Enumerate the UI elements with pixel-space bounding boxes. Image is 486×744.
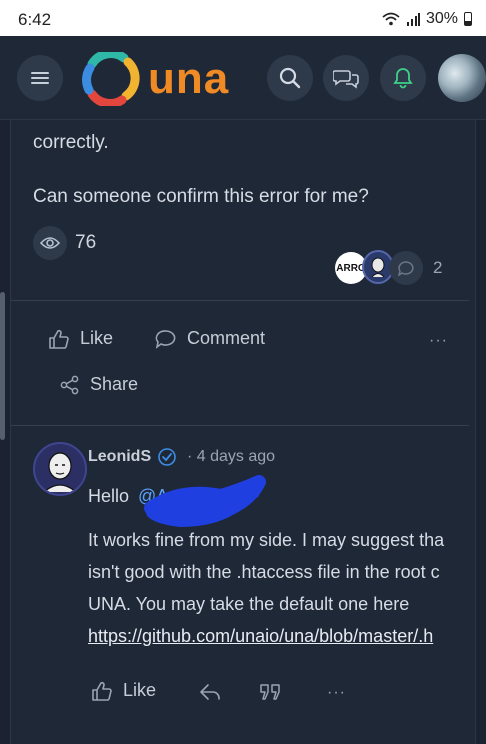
comment-label: Comment <box>187 328 266 348</box>
comment-icon <box>155 329 176 349</box>
comment-text-line: It works fine from my side. I may sugges… <box>88 530 445 550</box>
divider <box>11 300 469 301</box>
top-bar: una <box>0 36 486 120</box>
menu-button[interactable] <box>17 55 63 101</box>
status-icons: 30% <box>382 10 472 28</box>
comment-author-name[interactable]: LeonidS <box>88 448 151 466</box>
views-icon-bg <box>33 226 67 260</box>
reaction-count: 2 <box>433 258 443 277</box>
bell-icon <box>393 68 413 89</box>
views-count: 76 <box>75 232 97 253</box>
like-button[interactable]: Like <box>48 328 113 349</box>
face-avatar-icon <box>371 257 385 278</box>
post-text-line: correctly. <box>33 132 109 153</box>
messages-button[interactable] <box>323 55 369 101</box>
post-card: correctly. Can someone confirm this erro… <box>10 120 476 744</box>
comment-bubble-icon <box>397 261 414 276</box>
scrollbar[interactable] <box>0 292 5 440</box>
status-time: 6:42 <box>18 10 52 29</box>
views-counter[interactable]: 76 <box>33 226 96 260</box>
thumbs-up-icon <box>49 329 69 349</box>
comment-like-label: Like <box>123 680 157 700</box>
comment-like-button[interactable]: Like <box>91 680 156 701</box>
like-label: Like <box>80 328 114 348</box>
battery-icon <box>464 12 472 26</box>
thumbs-up-icon <box>92 681 112 701</box>
hamburger-icon <box>31 69 49 87</box>
share-label: Share <box>90 374 139 394</box>
share-icon <box>60 375 79 394</box>
search-icon <box>279 67 301 89</box>
reply-icon[interactable] <box>198 682 222 702</box>
face-avatar-icon <box>43 452 77 492</box>
comment-more-button[interactable]: ··· <box>327 684 346 702</box>
comment-greeting: Hello <box>88 486 130 506</box>
logo-mark-icon <box>82 52 140 106</box>
quote-icon[interactable] <box>259 682 283 702</box>
comment-button[interactable]: Comment <box>155 328 265 349</box>
chat-bubbles-icon <box>333 70 359 89</box>
redaction-scribble <box>144 475 266 527</box>
comment-author-avatar[interactable] <box>33 442 87 496</box>
search-button[interactable] <box>267 55 313 101</box>
divider <box>11 425 469 426</box>
verified-badge-icon <box>158 448 176 466</box>
github-link[interactable]: https://github.com/unaio/una/blob/master… <box>88 626 433 647</box>
comment-text-line: UNA. You may take the default one here <box>88 594 410 614</box>
share-button[interactable]: Share <box>60 374 138 395</box>
comment-count-badge <box>389 251 423 285</box>
comment-text-line: isn't good with the .htaccess file in th… <box>88 562 440 582</box>
signal-icon <box>406 13 420 26</box>
user-avatar[interactable] <box>438 54 486 102</box>
post-text-line: Can someone confirm this error for me? <box>33 186 369 207</box>
eye-icon <box>40 237 60 249</box>
una-logo[interactable]: una <box>82 52 262 106</box>
wifi-icon <box>382 12 400 26</box>
notifications-button[interactable] <box>380 55 426 101</box>
status-bar: 6:42 30% <box>0 0 486 36</box>
battery-percent: 30% <box>425 10 458 27</box>
logo-text: una <box>148 54 230 103</box>
more-options-button[interactable]: ··· <box>429 332 448 350</box>
comment-timestamp: · 4 days ago <box>187 448 276 465</box>
